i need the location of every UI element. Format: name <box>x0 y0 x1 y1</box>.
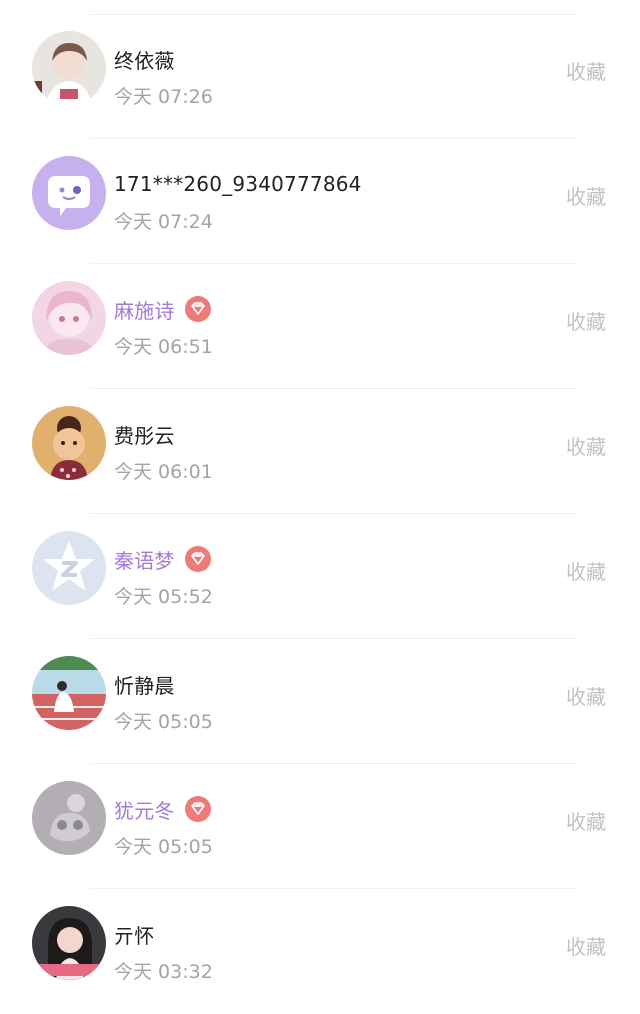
favorite-button[interactable]: 收藏 <box>566 431 606 460</box>
avatar[interactable] <box>32 406 106 480</box>
vip-diamond-icon <box>184 296 211 322</box>
vip-diamond-icon <box>184 796 211 822</box>
list-item[interactable]: 麻施诗 今天 06:51 收藏 <box>0 264 640 389</box>
list-item[interactable]: 171***260_9340777864 今天 07:24 收藏 <box>0 139 640 264</box>
contact-time: 今天 05:05 <box>114 836 213 858</box>
avatar[interactable] <box>32 656 106 730</box>
contact-time: 今天 07:26 <box>114 86 213 108</box>
list-item[interactable]: 终依薇 今天 07:26 收藏 <box>0 14 640 139</box>
favorite-button[interactable]: 收藏 <box>566 181 606 210</box>
avatar[interactable] <box>32 281 106 355</box>
contact-name: 秦语梦 <box>114 548 175 573</box>
avatar[interactable] <box>32 31 106 105</box>
contact-time: 今天 05:52 <box>114 586 213 608</box>
favorite-button[interactable]: 收藏 <box>566 931 606 960</box>
contact-time: 今天 07:24 <box>114 211 213 233</box>
contact-name: 终依薇 <box>114 48 175 73</box>
avatar[interactable] <box>32 531 106 605</box>
contact-name: 麻施诗 <box>114 298 175 323</box>
avatar[interactable] <box>32 781 106 855</box>
favorite-button[interactable]: 收藏 <box>566 556 606 585</box>
favorite-button[interactable]: 收藏 <box>566 306 606 335</box>
list-item[interactable]: 忻静晨 今天 05:05 收藏 <box>0 639 640 764</box>
list-item[interactable]: 亓怀 今天 03:32 收藏 <box>0 889 640 1014</box>
contact-time: 今天 06:01 <box>114 461 213 483</box>
contact-name: 忻静晨 <box>114 673 175 698</box>
avatar[interactable] <box>32 156 106 230</box>
list-item[interactable]: 费彤云 今天 06:01 收藏 <box>0 389 640 514</box>
contact-name: 费彤云 <box>114 423 175 448</box>
list-item[interactable]: 秦语梦 今天 05:52 收藏 <box>0 514 640 639</box>
vip-diamond-icon <box>184 546 211 572</box>
favorite-button[interactable]: 收藏 <box>566 681 606 710</box>
favorite-button[interactable]: 收藏 <box>566 56 606 85</box>
contact-time: 今天 03:32 <box>114 961 213 983</box>
contact-name: 犹元冬 <box>114 798 175 823</box>
avatar[interactable] <box>32 906 106 980</box>
contact-name: 亓怀 <box>114 923 155 948</box>
favorite-button[interactable]: 收藏 <box>566 806 606 835</box>
contact-name: 171***260_9340777864 <box>114 172 362 196</box>
contact-time: 今天 05:05 <box>114 711 213 733</box>
list-item[interactable]: 犹元冬 今天 05:05 收藏 <box>0 764 640 889</box>
contact-time: 今天 06:51 <box>114 336 213 358</box>
contact-list: 终依薇 今天 07:26 收藏 171***260_9340777864 今天 … <box>0 0 640 986</box>
